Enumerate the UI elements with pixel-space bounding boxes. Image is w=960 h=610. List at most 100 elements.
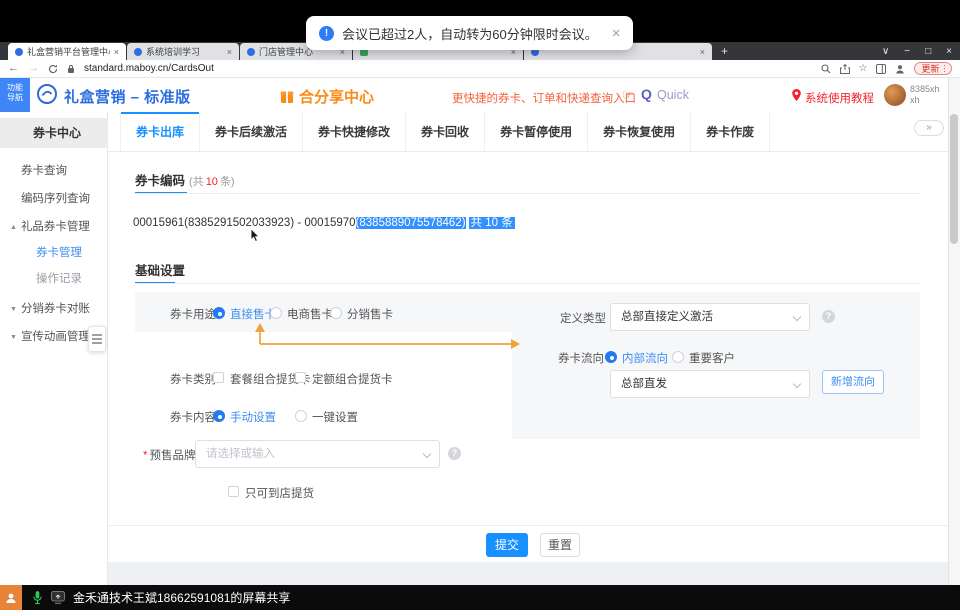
sidebar-item-label: 操作记录 [36,273,82,285]
page-body: 券卡中心 券卡查询 编码序列查询 ▲礼品券卡管理 券卡管理 操作记录 ▼分销券卡… [0,112,948,585]
radio-one-click-setup-label[interactable]: 一键设置 [312,409,358,425]
user-name: 8385xh xh [910,84,940,106]
quick-label[interactable]: Quick [657,88,689,102]
tab-close-icon[interactable]: × [114,47,119,57]
tab-card-resume[interactable]: 券卡恢复使用 [588,112,691,151]
tab-card-quick-modify[interactable]: 券卡快捷修改 [303,112,406,151]
sidebar-item-label: 券卡查询 [21,165,67,177]
window-maximize-icon[interactable]: □ [925,46,931,57]
user-avatar[interactable] [884,84,906,106]
checkbox-package-combo-card[interactable] [213,372,224,383]
screen-share-bar: 金禾通技术王斌18662591081的屏幕共享 [0,585,960,610]
radio-manual-setup[interactable] [213,410,225,422]
add-flow-button[interactable]: 新增流向 [822,370,884,394]
presale-brand-help-icon[interactable]: ? [448,447,461,460]
app-title: 礼盒营销 – 标准版 [64,86,191,107]
window-close-icon[interactable]: × [946,46,952,57]
sidebar-item-operation-log[interactable]: 操作记录 [36,270,82,286]
screen: 礼盒营销平台管理中心 × 系统培训学习 × 门店管理中心 × × × + ∨ −… [0,0,960,610]
bookmark-star-icon[interactable]: ☆ [859,64,868,74]
caret-up-icon: ▲ [10,224,17,231]
side-panel-icon[interactable] [876,64,886,74]
presale-brand-select[interactable]: 请选择或输入 [195,440,440,468]
radio-key-customer-label[interactable]: 重要客户 [689,350,735,366]
tab-close-icon[interactable]: × [227,47,232,57]
tab-card-followup-activation[interactable]: 券卡后续激活 [200,112,303,151]
code-selected-text: (8385889075578462) [356,217,466,229]
scrollbar-thumb[interactable] [950,114,958,244]
radio-internal-flow[interactable] [605,351,617,363]
codes-count-suffix: 条) [220,176,235,188]
chevron-down-icon [793,313,801,321]
chevron-down-icon [423,450,431,458]
menu-dots-icon [944,65,946,73]
sidebar-collapse-handle[interactable] [88,326,106,352]
browser-tab-2[interactable]: 系统培训学习 × [127,43,239,60]
new-tab-button[interactable]: + [721,44,728,58]
radio-manual-setup-label[interactable]: 手动设置 [230,409,276,425]
caret-down-icon: ▼ [10,334,17,341]
participant-avatar-icon [0,585,22,610]
checkbox-store-pickup-only-label[interactable]: 只可到店提货 [245,485,314,501]
site-favicon [134,48,142,56]
checkbox-fixed-amount-combo-card[interactable] [295,372,306,383]
toast-close-icon[interactable]: × [612,25,621,42]
sidebar-item-card-query[interactable]: 券卡查询 [21,162,67,178]
quick-search-icon[interactable]: Q [641,86,652,102]
forward-icon[interactable]: → [28,63,39,74]
share-center-link[interactable]: 合分享中心 [280,86,374,107]
sidebar-item-card-management[interactable]: 券卡管理 [36,244,82,260]
app-logo-icon [36,83,58,105]
sidebar-item-label: 礼品券卡管理 [21,221,90,233]
gift-box-icon [280,90,294,104]
back-icon[interactable]: ← [8,63,19,74]
profile-icon[interactable] [895,64,905,74]
user-name-sub: xh [910,95,940,106]
zoom-icon[interactable] [821,64,831,74]
radio-direct-sale[interactable] [213,307,225,319]
radio-key-customer[interactable] [672,351,684,363]
info-icon: ! [319,26,334,41]
required-asterisk: * [143,450,147,462]
presale-brand-label: *预售品牌 [143,447,195,463]
tab-card-suspend[interactable]: 券卡暂停使用 [485,112,588,151]
tab-card-outbound[interactable]: 券卡出库 [120,112,200,151]
window-controls: ∨ − □ × [882,42,952,60]
submit-button[interactable]: 提交 [486,533,528,557]
checkbox-store-pickup-only[interactable] [228,486,239,497]
browser-update-button[interactable]: 更新 [914,62,952,75]
code-count-badge: 共 10 条 [469,217,515,229]
refresh-icon[interactable] [48,64,58,74]
chevron-down-icon [793,380,801,388]
panel-collapse-button[interactable]: » [914,120,944,136]
define-type-select[interactable]: 总部直接定义激活 [610,303,810,331]
define-type-value: 总部直接定义激活 [621,311,713,323]
window-menu-icon[interactable]: ∨ [882,46,889,57]
radio-one-click-setup[interactable] [295,410,307,422]
address-bar[interactable]: standard.maboy.cn/CardsOut [84,63,214,74]
promo-text: 更快捷的券卡、订单和快递查询入口 [452,90,636,106]
system-tutorial-link[interactable]: 系统使用教程 [805,90,874,106]
tab-close-icon[interactable]: × [700,47,705,57]
flow-select[interactable]: 总部直发 [610,370,810,398]
divider [135,193,921,194]
browser-tab-1[interactable]: 礼盒营销平台管理中心 × [8,43,126,60]
sidebar-group-distribution-reconciliation[interactable]: ▼分销券卡对账 [10,300,90,316]
tab-card-void[interactable]: 券卡作废 [691,112,770,151]
annotation-arrow [248,318,528,352]
browser-tab-label: 礼盒营销平台管理中心 [27,45,110,58]
checkbox-fixed-amount-combo-card-label[interactable]: 定额组合提货卡 [312,371,393,387]
sidebar-item-label: 分销券卡对账 [21,303,90,315]
sidebar-item-code-sequence-query[interactable]: 编码序列查询 [21,190,90,206]
function-nav-toggle[interactable]: 功能 导航 [0,78,30,112]
sidebar-group-promo-animation[interactable]: ▼宣传动画管理 [10,328,90,344]
sidebar-group-gift-card-management[interactable]: ▲ 礼品券卡管理 [10,218,90,234]
reset-button[interactable]: 重置 [540,533,580,557]
window-minimize-icon[interactable]: − [904,46,910,57]
flow-select-value: 总部直发 [621,378,667,390]
tab-card-recycle[interactable]: 券卡回收 [406,112,485,151]
microphone-icon[interactable] [32,590,43,605]
radio-internal-flow-label[interactable]: 内部流向 [622,350,668,366]
share-icon[interactable] [840,64,850,74]
define-type-help-icon[interactable]: ? [822,310,835,323]
